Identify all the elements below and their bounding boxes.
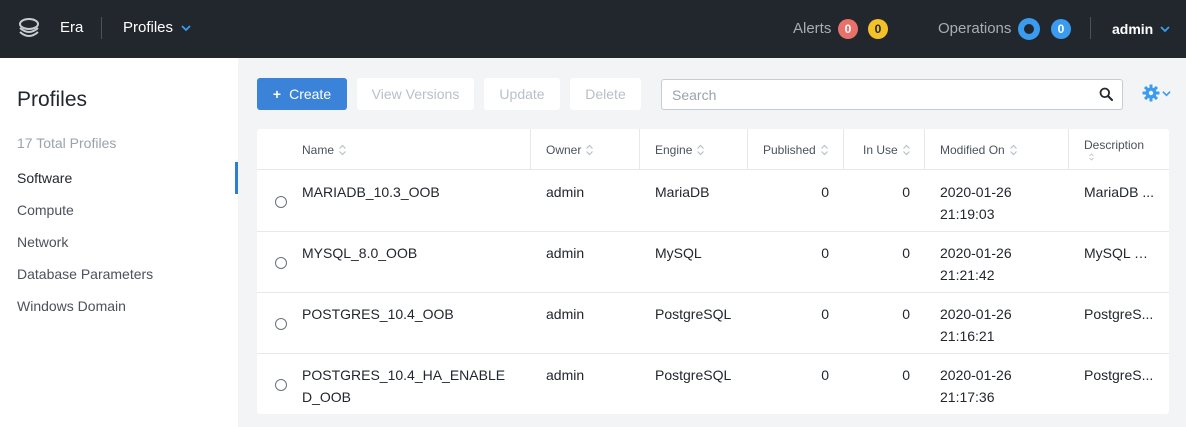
view-versions-button[interactable]: View Versions (357, 78, 474, 110)
cell-in-use: 0 (902, 245, 910, 261)
sort-icon (586, 144, 594, 155)
user-menu[interactable]: admin (1112, 21, 1170, 37)
row-select-radio[interactable] (275, 379, 287, 391)
sidebar-item-windows-domain[interactable]: Windows Domain (0, 290, 238, 322)
profiles-table: Name Owner Engine Published In Use Modif… (257, 129, 1169, 414)
cell-modified-on: 2020-01-26 21:19:03 (940, 184, 1012, 222)
cell-engine: PostgreSQL (655, 367, 732, 383)
cell-description: PostgreS... (1084, 367, 1154, 383)
update-button[interactable]: Update (484, 78, 560, 110)
cell-owner: admin (546, 306, 585, 322)
era-logo-icon[interactable] (18, 17, 40, 39)
cell-name: POSTGRES_10.4_OOB (302, 306, 454, 322)
cell-engine: MySQL (655, 245, 702, 261)
cell-owner: admin (546, 367, 585, 383)
delete-button[interactable]: Delete (570, 78, 641, 110)
cell-published: 0 (821, 367, 829, 383)
cell-modified-on: 2020-01-26 21:16:21 (940, 306, 1012, 344)
cell-name: MARIADB_10.3_OOB (302, 184, 440, 200)
column-header-owner[interactable]: Owner (530, 129, 640, 170)
table-settings-button[interactable] (1142, 83, 1172, 103)
chevron-down-icon (1160, 26, 1170, 33)
sidebar-item-software[interactable]: Software (0, 162, 238, 194)
cell-description: MariaDB ... (1084, 184, 1154, 200)
sidebar-item-network[interactable]: Network (0, 226, 238, 258)
total-profiles-count: 17 Total Profiles (17, 135, 117, 151)
sort-icon (339, 144, 346, 155)
cell-published: 0 (821, 306, 829, 322)
cell-description: MySQL 8.... (1084, 245, 1154, 261)
table-header: Name Owner Engine Published In Use Modif… (257, 129, 1169, 170)
search-icon[interactable] (1099, 87, 1113, 101)
sort-icon (1009, 144, 1017, 155)
cell-modified-on: 2020-01-26 21:17:36 (940, 367, 1012, 405)
column-header-description[interactable]: Description (1068, 129, 1169, 170)
column-header-modified-on[interactable]: Modified On (924, 129, 1068, 170)
section-label: Profiles (123, 19, 174, 36)
cell-published: 0 (821, 184, 829, 200)
operations-count-badge[interactable]: 0 (1051, 19, 1071, 39)
plus-icon: + (272, 86, 282, 102)
alerts-warning-badge[interactable]: 0 (868, 19, 888, 39)
operations-label[interactable]: Operations (938, 20, 1011, 37)
sort-icon (1089, 153, 1094, 161)
cell-engine: PostgreSQL (655, 306, 732, 322)
cell-published: 0 (821, 245, 829, 261)
sort-icon (820, 144, 828, 155)
table-row[interactable]: MYSQL_8.0_OOB admin MySQL 0 0 2020-01-26… (257, 232, 1169, 293)
cell-modified-on: 2020-01-26 21:21:42 (940, 245, 1012, 283)
header-divider (101, 17, 102, 39)
sidebar-item-compute[interactable]: Compute (0, 194, 238, 226)
cell-in-use: 0 (902, 306, 910, 322)
table-row[interactable]: POSTGRES_10.4_OOB admin PostgreSQL 0 0 2… (257, 293, 1169, 354)
operations-ring-icon[interactable] (1018, 18, 1040, 40)
table-row[interactable]: MARIADB_10.3_OOB admin MariaDB 0 0 2020-… (257, 171, 1169, 232)
section-menu[interactable]: Profiles (123, 19, 191, 36)
gear-icon (1142, 84, 1160, 102)
app-name[interactable]: Era (60, 19, 83, 36)
alerts-label[interactable]: Alerts (793, 20, 831, 37)
row-select-radio[interactable] (275, 196, 287, 208)
cell-in-use: 0 (902, 184, 910, 200)
cell-name: MYSQL_8.0_OOB (302, 245, 418, 261)
alerts-critical-badge[interactable]: 0 (838, 19, 858, 39)
column-header-name[interactable]: Name (302, 129, 530, 170)
row-select-radio[interactable] (275, 257, 287, 269)
column-header-in-use[interactable]: In Use (843, 129, 924, 170)
cell-owner: admin (546, 184, 585, 200)
sort-icon (697, 144, 705, 155)
column-header-engine[interactable]: Engine (639, 129, 747, 170)
chevron-down-icon (181, 24, 191, 31)
user-name: admin (1112, 21, 1154, 37)
column-header-published[interactable]: Published (747, 129, 843, 170)
sidebar-item-database-parameters[interactable]: Database Parameters (0, 258, 238, 290)
row-select-radio[interactable] (275, 318, 287, 330)
search-box (661, 79, 1123, 110)
cell-engine: MariaDB (655, 184, 710, 200)
cell-owner: admin (546, 245, 585, 261)
chevron-down-icon (1162, 90, 1171, 96)
create-button[interactable]: + Create (257, 78, 347, 110)
table-row[interactable]: POSTGRES_10.4_HA_ENABLED_OOB admin Postg… (257, 354, 1169, 415)
top-bar: Era Profiles Alerts 0 0 Operations 0 adm… (0, 0, 1186, 58)
search-input[interactable] (662, 80, 1082, 109)
cell-in-use: 0 (902, 367, 910, 383)
cell-description: PostgreS... (1084, 306, 1154, 322)
cell-name: POSTGRES_10.4_HA_ENABLED_OOB (302, 367, 506, 405)
sidebar: Profiles 17 Total Profiles Software Comp… (0, 58, 238, 427)
sidebar-title: Profiles (17, 88, 88, 111)
create-button-label: Create (289, 86, 332, 102)
sort-icon (902, 144, 910, 155)
header-divider (1090, 17, 1091, 39)
